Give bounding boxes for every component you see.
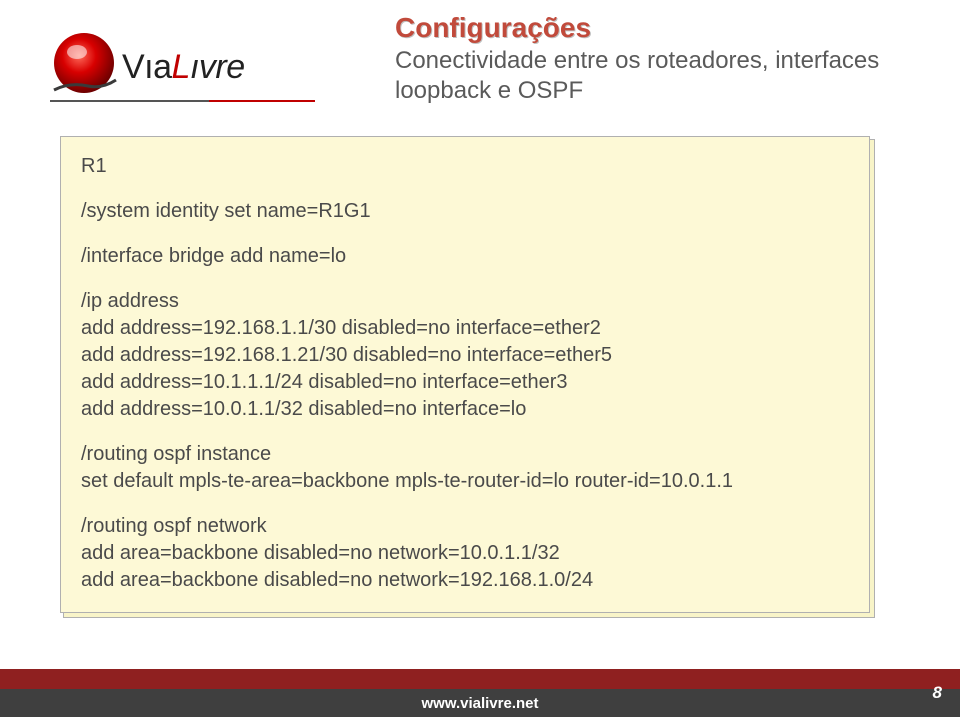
cmd-ip-header: /ip address [81,288,849,315]
cmd-ospf-instance-line: set default mpls-te-area=backbone mpls-t… [81,468,849,495]
router-label: R1 [81,153,849,180]
cmd-ospf-network-line: add area=backbone disabled=no network=19… [81,567,849,594]
slide-header: Configurações Conectividade entre os rot… [395,12,935,106]
cmd-ip-line: add address=192.168.1.1/30 disabled=no i… [81,315,849,342]
cmd-bridge: /interface bridge add name=lo [81,243,849,270]
logo-word-via: Vıa [122,48,172,87]
footer-url: www.vialivre.net [422,695,539,712]
footer-bar: www.vialivre.net [0,689,960,717]
slide-subtitle: Conectividade entre os roteadores, inter… [395,46,935,106]
logo-text: Vıa L ıvre [122,48,245,87]
cmd-identity: /system identity set name=R1G1 [81,198,849,225]
page-number: 8 [933,683,942,703]
cmd-ospf-instance-header: /routing ospf instance [81,441,849,468]
cmd-ip-line: add address=10.0.1.1/32 disabled=no inte… [81,396,849,423]
cmd-ospf-network-header: /routing ospf network [81,513,849,540]
logo-mark [50,30,118,98]
logo-underline [50,100,315,102]
footer-accent-bar [0,669,960,689]
cmd-ip-line: add address=192.168.1.21/30 disabled=no … [81,342,849,369]
footer: www.vialivre.net 8 [0,669,960,717]
slide-title: Configurações [395,12,935,44]
cmd-ospf-network-line: add area=backbone disabled=no network=10… [81,540,849,567]
logo-word-ivre: ıvre [190,48,245,87]
logo-letter-l: L [172,48,190,87]
cmd-ip-line: add address=10.1.1.1/24 disabled=no inte… [81,369,849,396]
config-panel: R1 /system identity set name=R1G1 /inter… [60,136,870,613]
brand-logo: Vıa L ıvre [50,30,245,98]
